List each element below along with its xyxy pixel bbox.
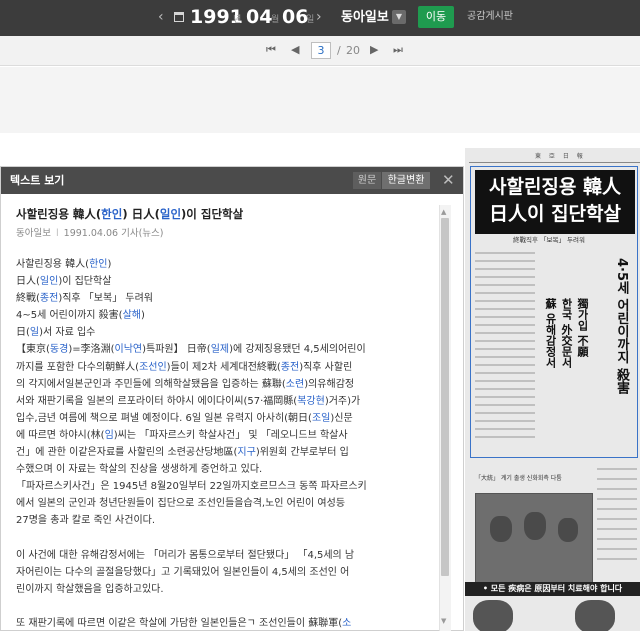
article-date: 1991.04.06	[63, 228, 119, 239]
last-page-button[interactable]: ⏭	[393, 42, 403, 58]
date-navigation-bar: ‹ 1991 년 04 월 06 일 › 동아일보 ▼ 이동 공감게시판	[0, 0, 640, 36]
article-line: 의 각지에서일본군인과 주민들에 의해학살됐음을 입증하는 蘇聯(소련)의유해감…	[16, 378, 355, 390]
panel-title: 텍스트 보기	[10, 174, 65, 187]
scroll-up-arrow[interactable]: ▲	[441, 208, 446, 216]
page-pager: ⏮ ◀ / 20 ▶ ⏭	[0, 36, 640, 66]
hangul-convert-tab[interactable]: 한글변환	[382, 172, 430, 189]
calendar-icon[interactable]	[174, 12, 184, 22]
newspaper-select[interactable]: 동아일보	[341, 9, 389, 27]
selected-article-box[interactable]	[470, 166, 638, 458]
article-line: 까지를 포함한 다수의朝鮮人(조선인)들이 제2차 세계대전終戰(종전)직후 사…	[16, 361, 353, 373]
article-type: 기사(뉴스)	[121, 228, 164, 239]
page-total: 20	[346, 44, 360, 57]
text-column-line	[597, 538, 637, 540]
masthead-text: 東 亞 日 報	[535, 153, 586, 160]
day-value[interactable]: 06	[282, 5, 308, 29]
newspaper-photo	[475, 493, 593, 595]
close-icon[interactable]: ✕	[442, 171, 455, 189]
text-view-panel: 텍스트 보기 원문 한글변환 ✕ 사할린징용 韓人(한인) 日人(일인)이 집단…	[0, 166, 464, 631]
byline-separator: l	[56, 228, 59, 239]
year-unit: 년	[233, 15, 242, 25]
text-column-line	[597, 488, 637, 490]
prev-page-button[interactable]: ◀	[291, 42, 299, 58]
prev-date-button[interactable]: ‹	[158, 8, 164, 26]
text-column-line	[597, 558, 637, 560]
text-column-line	[597, 468, 637, 470]
day-unit: 일	[306, 15, 315, 25]
newspaper-page-image[interactable]: 東 亞 日 報 사할린징용 韓人 日人이 집단학살 終戰직후 「보복」 두려워 …	[465, 148, 640, 631]
next-date-button[interactable]: ›	[316, 8, 322, 26]
article-line: 건」에 관한 이같은자료를 사할린의 소련공산당地區(지구)위원회 간부로부터 …	[16, 447, 349, 459]
article-content: 사할린징용 韓人(한인) 日人(일인)이 집단학살 동아일보 l 1991.04…	[16, 206, 428, 631]
article-source: 동아일보	[16, 228, 51, 239]
text-column-line	[597, 548, 637, 550]
article-line: 日人(일인)이 집단학살	[16, 276, 112, 288]
article-line: 이 사건에 대한 유해감정서에는 「머리가 몸통으로부터 절단됐다」 「4,5세…	[16, 549, 355, 561]
article-line: 終戰(종전)직후 「보복」 두려워	[16, 293, 153, 305]
newspaper-masthead: 東 亞 日 報	[469, 153, 640, 163]
article-body: 사할린징용 韓人(한인) 日人(일인)이 집단학살 終戰(종전)직후 「보복」 두려…	[16, 256, 428, 631]
ad-photo	[575, 600, 615, 631]
article-line: 또 재판기록에 따르면 이같은 학살에 가담한 일본인들은ㄱ 조선인들이 蘇聯軍…	[16, 617, 352, 629]
photo-figure	[524, 512, 546, 540]
original-text-tab[interactable]: 원문	[353, 172, 381, 189]
article-line: 4~5세 어린이까지 殺害(살해)	[16, 310, 145, 322]
photo-figure	[490, 516, 512, 542]
text-column-line	[597, 498, 637, 500]
text-column-line	[597, 478, 637, 480]
ad-photo	[473, 600, 513, 631]
article-line: 27명을 총과 칼로 죽인 사건이다.	[16, 515, 156, 527]
page-separator: /	[337, 44, 341, 57]
month-value[interactable]: 04	[246, 5, 272, 29]
photo-figure	[558, 518, 578, 542]
text-column-line	[597, 508, 637, 510]
photo-caption: 「大統」 계기 출생 신화회측 다툼	[475, 475, 562, 482]
article-line: 日(일)서 자료 입수	[16, 327, 96, 339]
ad-band	[0, 67, 640, 133]
article-line: 서와 재판기록을 일본의 르포라이터 하야시 에이다이씨(57·福岡縣(복강현)…	[16, 395, 361, 407]
board-link[interactable]: 공감게시판	[467, 10, 513, 24]
article-line: 수했으며 이 자료는 학살의 진상을 생생하게 증언하고 있다.	[16, 464, 263, 476]
article-line: 【東京(동경)=李洛淵(이낙연)특파원】 日帝(일제)에 강제징용됐던 4,5세…	[16, 344, 366, 356]
newspaper-archive-viewer: ‹ 1991 년 04 월 06 일 › 동아일보 ▼ 이동 공감게시판 ⏮ ◀…	[0, 0, 640, 631]
article-line: 자어린이는 다수의 골절을당했다」고 기록돼있어 일본인들이 4,5세의 조선인…	[16, 566, 350, 578]
panel-header: 텍스트 보기 원문 한글변환 ✕	[1, 167, 463, 194]
month-unit: 월	[271, 15, 280, 25]
scroll-down-arrow[interactable]: ▼	[441, 617, 446, 625]
article-line: 에 따르면 하야시(林(임)씨는 「파자르스키 학살사건」 및 「레오니드브 학…	[16, 429, 348, 441]
move-button[interactable]: 이동	[418, 6, 454, 28]
text-column-line	[597, 518, 637, 520]
article-headline: 사할린징용 韓人(한인) 日人(일인)이 집단학살	[16, 207, 244, 221]
newspaper-ad-banner: • 모든 疾病은 原因부터 치료해야 합니다	[465, 582, 640, 596]
page-number-input[interactable]	[311, 42, 331, 59]
article-byline: 동아일보 l 1991.04.06 기사(뉴스)	[16, 227, 428, 241]
article-line: 린이까지 학살했음을 입증하고있다.	[16, 583, 164, 595]
article-line: 입수,금년 여름에 책으로 펴낼 예정이다. 6일 일본 유력지 아사히(朝日(…	[16, 412, 353, 424]
article-line: 에서 일본의 군인과 청년단원들이 집단으로 조선인들을습격,노인 어린이 여성…	[16, 498, 346, 510]
article-line: 사할린징용 韓人(한인)	[16, 259, 112, 270]
first-page-button[interactable]: ⏮	[266, 42, 276, 58]
chevron-down-icon[interactable]: ▼	[392, 10, 406, 24]
text-column-line	[597, 528, 637, 530]
scrollbar-thumb[interactable]	[441, 218, 449, 576]
article-line: 「파자르스키사건」은 1945년 8월20일부터 22일까지호르므스크 동쪽 파…	[16, 481, 367, 493]
next-page-button[interactable]: ▶	[370, 42, 378, 58]
